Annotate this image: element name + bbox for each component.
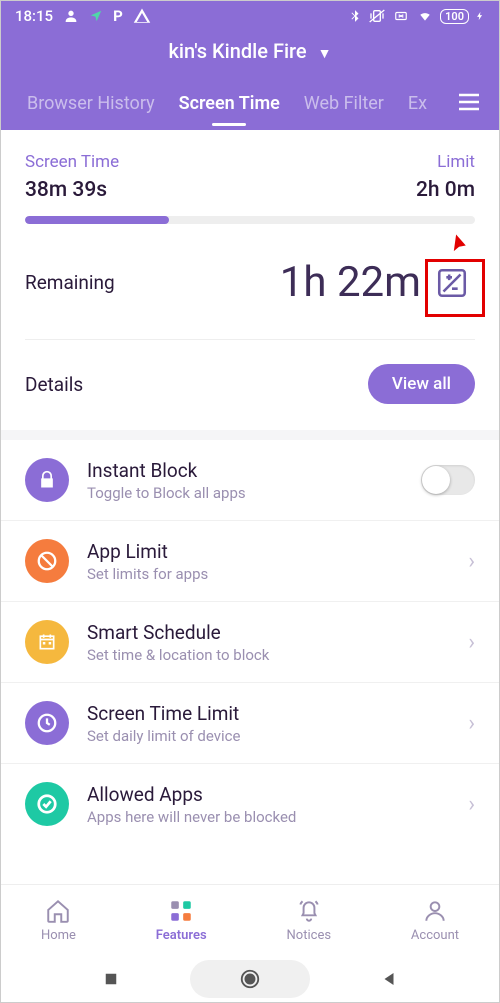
home-button[interactable] [190, 960, 310, 998]
option-allowed-apps[interactable]: Allowed Apps Apps here will never be blo… [1, 764, 499, 844]
section-gap [1, 430, 499, 440]
used-label: Screen Time [25, 152, 119, 172]
dropdown-caret-icon: ▼ [318, 46, 332, 62]
nav-label: Home [41, 928, 76, 943]
account-icon [422, 898, 448, 924]
wifi-icon [416, 9, 434, 23]
nav-features[interactable]: Features [156, 898, 207, 943]
view-all-button[interactable]: View all [368, 364, 475, 404]
option-smart-schedule[interactable]: Smart Schedule Set time & location to bl… [1, 602, 499, 683]
clock-icon [25, 701, 69, 745]
usage-progress [25, 216, 475, 224]
chevron-right-icon: › [468, 630, 475, 655]
lock-icon [25, 458, 69, 502]
location-icon [89, 9, 103, 23]
status-bar: 18:15 P 100 [1, 1, 499, 27]
home-icon [45, 898, 71, 924]
used-value: 38m 39s [25, 178, 119, 202]
option-sub: Set time & location to block [87, 646, 450, 664]
tab-more[interactable]: Ex [396, 79, 439, 130]
tab-web-filter[interactable]: Web Filter [292, 79, 396, 130]
usage-progress-fill [25, 216, 169, 224]
option-sub: Set daily limit of device [87, 727, 450, 745]
details-label: Details [25, 373, 83, 396]
bell-icon [296, 898, 322, 924]
app-p-icon: P [113, 7, 123, 25]
nav-account[interactable]: Account [411, 898, 459, 943]
profile-icon [63, 8, 79, 24]
block-icon [25, 539, 69, 583]
hamburger-icon [457, 93, 481, 111]
bottom-nav: Home Features Notices Account [1, 884, 499, 956]
option-screen-time-limit[interactable]: Screen Time Limit Set daily limit of dev… [1, 683, 499, 764]
chevron-right-icon: › [468, 711, 475, 736]
vibrate-icon [368, 8, 386, 24]
nav-home[interactable]: Home [41, 898, 76, 943]
remaining-label: Remaining [25, 271, 115, 294]
option-title: Allowed Apps [87, 783, 450, 806]
menu-button[interactable] [457, 93, 481, 115]
option-sub: Toggle to Block all apps [87, 484, 403, 502]
calendar-icon [25, 620, 69, 664]
tab-browser-history[interactable]: Browser History [15, 79, 167, 130]
option-sub: Set limits for apps [87, 565, 450, 583]
features-icon [168, 898, 194, 924]
bluetooth-icon [348, 8, 362, 24]
tab-screen-time[interactable]: Screen Time [167, 79, 292, 130]
chevron-right-icon: › [468, 792, 475, 817]
nav-notices[interactable]: Notices [287, 898, 332, 943]
device-name: kin's Kindle Fire [169, 39, 307, 63]
tab-bar: Browser History Screen Time Web Filter E… [1, 79, 499, 130]
recent-apps-button[interactable] [102, 970, 120, 988]
circle-icon [239, 968, 261, 990]
instant-block-toggle[interactable] [421, 465, 475, 495]
check-icon [25, 782, 69, 826]
system-nav [1, 956, 499, 1002]
back-button[interactable] [380, 970, 398, 988]
no-sim-icon [392, 9, 410, 23]
option-sub: Apps here will never be blocked [87, 808, 450, 826]
nav-label: Notices [287, 928, 332, 943]
app-header: 18:15 P 100 kin's Kindle Fire ▼ Browser … [1, 1, 499, 130]
option-instant-block[interactable]: Instant Block Toggle to Block all apps [1, 440, 499, 521]
option-app-limit[interactable]: App Limit Set limits for apps › [1, 521, 499, 602]
details-row: Details View all [1, 340, 499, 430]
limit-value: 2h 0m [416, 178, 475, 202]
chevron-right-icon: › [468, 549, 475, 574]
option-title: App Limit [87, 540, 450, 563]
nav-label: Features [156, 928, 207, 943]
options-list: Instant Block Toggle to Block all apps A… [1, 440, 499, 844]
device-selector[interactable]: kin's Kindle Fire ▼ [1, 27, 499, 79]
battery-indicator: 100 [440, 9, 469, 24]
limit-label: Limit [416, 152, 475, 172]
remaining-value: 1h 22m [280, 258, 421, 307]
option-title: Instant Block [87, 459, 403, 482]
option-title: Screen Time Limit [87, 702, 450, 725]
charging-icon [475, 8, 485, 24]
warning-icon [133, 7, 151, 25]
nav-label: Account [411, 928, 459, 943]
status-time: 18:15 [15, 7, 53, 25]
option-title: Smart Schedule [87, 621, 450, 644]
